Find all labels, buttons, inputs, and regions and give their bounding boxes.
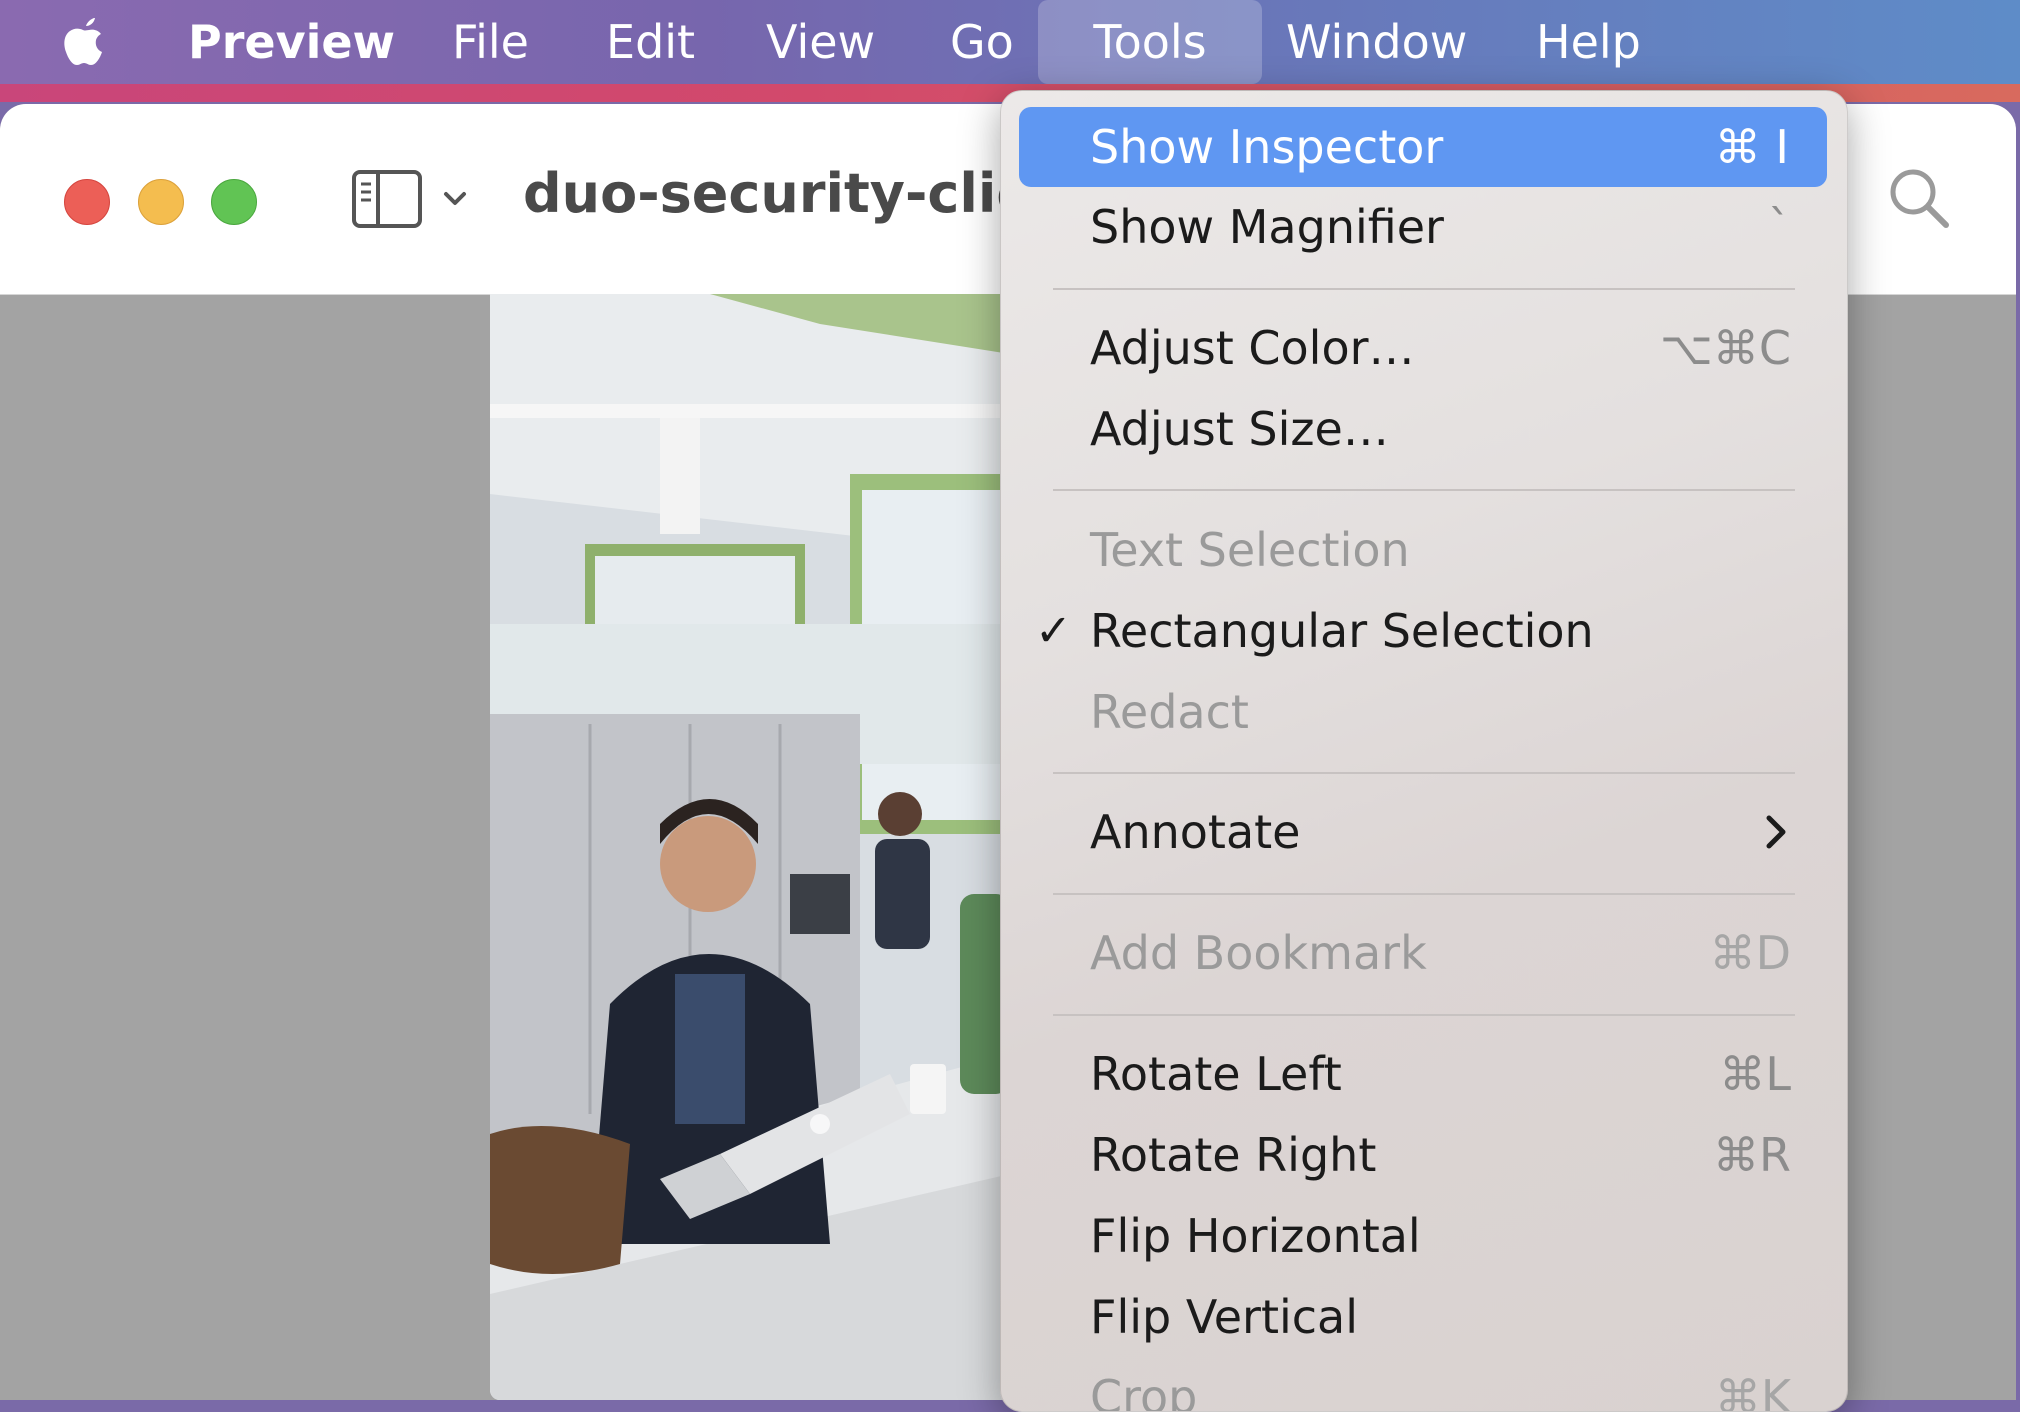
menu-separator <box>1053 893 1795 895</box>
menu-item-label: Show Magnifier <box>1090 200 1444 254</box>
shortcut-label: ⌘D <box>1709 926 1791 980</box>
shortcut-label: ⌘ I <box>1714 120 1789 174</box>
menu-item-label: Text Selection <box>1090 523 1410 577</box>
chevron-down-icon <box>444 192 466 205</box>
menu-item-redact[interactable]: Redact <box>1001 672 1847 752</box>
menu-item-label: Rotate Left <box>1090 1047 1342 1101</box>
menu-item-label: Crop <box>1090 1370 1198 1412</box>
menu-help[interactable]: Help <box>1518 0 1659 84</box>
menu-tools[interactable]: Tools <box>1038 0 1262 84</box>
tools-dropdown-menu: Show Inspector ⌘ I Show Magnifier ` Adju… <box>1000 90 1848 1412</box>
menu-item-adjust-size[interactable]: Adjust Size… <box>1001 389 1847 469</box>
menu-item-rotate-right[interactable]: Rotate Right ⌘R <box>1001 1115 1847 1195</box>
document-image <box>490 294 1010 1400</box>
menu-separator <box>1053 772 1795 774</box>
menu-item-label: Rectangular Selection <box>1090 604 1594 658</box>
menu-app-preview[interactable]: Preview <box>170 0 413 84</box>
checkmark-icon: ✓ <box>1035 605 1072 657</box>
shortcut-label: ⌘L <box>1719 1047 1791 1101</box>
menu-item-label: Adjust Size… <box>1090 402 1389 456</box>
menu-item-add-bookmark[interactable]: Add Bookmark ⌘D <box>1001 913 1847 993</box>
menu-separator <box>1053 288 1795 290</box>
document-title: duo-security-clien <box>523 162 1072 225</box>
apple-logo-icon[interactable] <box>50 8 116 74</box>
menu-view[interactable]: View <box>748 0 893 84</box>
minimize-button[interactable] <box>138 179 184 225</box>
menu-separator <box>1053 1014 1795 1016</box>
search-icon[interactable] <box>1887 166 1951 230</box>
menu-item-show-magnifier[interactable]: Show Magnifier ` <box>1001 187 1847 267</box>
maximize-button[interactable] <box>211 179 257 225</box>
menu-file[interactable]: File <box>434 0 547 84</box>
menu-item-flip-vertical[interactable]: Flip Vertical <box>1001 1277 1847 1357</box>
shortcut-label: ⌘R <box>1713 1128 1791 1182</box>
menu-item-label: Add Bookmark <box>1090 926 1427 980</box>
menu-bar: Preview File Edit View Go Tools Window H… <box>0 0 2020 84</box>
menu-item-label: Show Inspector <box>1090 120 1444 174</box>
menu-window[interactable]: Window <box>1268 0 1485 84</box>
menu-item-label: Adjust Color… <box>1090 321 1415 375</box>
menu-item-crop[interactable]: Crop ⌘K <box>1001 1357 1847 1412</box>
menu-item-label: Flip Horizontal <box>1090 1209 1421 1263</box>
menu-item-text-selection[interactable]: Text Selection <box>1001 510 1847 590</box>
menu-item-rectangular-selection[interactable]: ✓ Rectangular Selection <box>1001 591 1847 671</box>
shortcut-label: ⌘K <box>1714 1370 1791 1412</box>
menu-item-show-inspector[interactable]: Show Inspector ⌘ I <box>1019 107 1827 187</box>
menu-go[interactable]: Go <box>932 0 1032 84</box>
menu-item-label: Redact <box>1090 685 1249 739</box>
menu-edit[interactable]: Edit <box>588 0 713 84</box>
menu-separator <box>1053 489 1795 491</box>
menu-item-annotate[interactable]: Annotate <box>1001 792 1847 872</box>
sidebar-icon[interactable] <box>352 169 482 229</box>
close-button[interactable] <box>64 179 110 225</box>
chevron-right-icon <box>1766 815 1786 849</box>
menu-item-label: Annotate <box>1090 805 1301 859</box>
menu-item-label: Flip Vertical <box>1090 1290 1359 1344</box>
shortcut-label: ` <box>1768 200 1791 254</box>
menu-item-label: Rotate Right <box>1090 1128 1377 1182</box>
menu-item-rotate-left[interactable]: Rotate Left ⌘L <box>1001 1034 1847 1114</box>
menu-item-adjust-color[interactable]: Adjust Color… ⌥⌘C <box>1001 308 1847 388</box>
menu-item-flip-horizontal[interactable]: Flip Horizontal <box>1001 1196 1847 1276</box>
shortcut-label: ⌥⌘C <box>1659 321 1791 375</box>
